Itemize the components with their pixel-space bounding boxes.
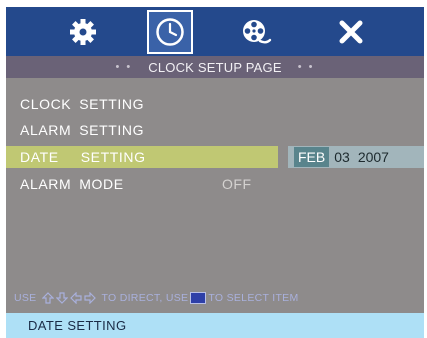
menu-item-label-word: MODE: [79, 176, 124, 192]
film-reel-icon: [243, 20, 272, 44]
menu-item-label-word: ALARM: [20, 176, 72, 192]
clock-icon: [156, 18, 184, 46]
date-year[interactable]: 2007: [358, 146, 389, 168]
menu-item-label-word: CLOCK: [20, 96, 72, 112]
arrow-right-icon: [83, 292, 96, 304]
hint-use-label: USE: [14, 292, 37, 304]
page-title: CLOCK SETUP PAGE: [148, 59, 282, 75]
menu-item-label-word: SETTING: [79, 122, 145, 138]
date-month[interactable]: FEB: [294, 147, 330, 167]
menu-item-label-word: SETTING: [80, 149, 146, 165]
hint-direct-label: TO DIRECT, USE: [101, 292, 189, 304]
tab-settings[interactable]: [60, 10, 106, 54]
title-right-dots: • •: [297, 61, 315, 73]
menu-item-clock-setting[interactable]: CLOCK SETTING: [6, 93, 278, 115]
status-bar: DATE SETTING: [6, 313, 424, 338]
menu-item-label-word: SETTING: [79, 96, 145, 112]
osd-screen: • • CLOCK SETUP PAGE • • CLOCK SETTING AL…: [6, 7, 424, 338]
hint-select-label: TO SELECT ITEM: [208, 292, 299, 304]
enter-key-icon: [190, 292, 207, 304]
date-field[interactable]: FEB 03 2007: [288, 146, 424, 168]
tab-clock[interactable]: [147, 10, 193, 54]
tab-media[interactable]: [233, 10, 279, 54]
menu-item-label-word: ALARM: [20, 122, 72, 138]
navigation-hint: USE TO DIRECT, USE TO SELECT ITEM: [14, 290, 424, 306]
alarm-mode-value: OFF: [222, 176, 252, 192]
arrow-up-icon: [41, 292, 54, 304]
close-icon: [339, 20, 363, 44]
tab-exit[interactable]: [328, 10, 374, 54]
gear-icon: [70, 19, 96, 45]
title-left-dots: • •: [115, 61, 133, 73]
arrow-left-icon: [69, 292, 82, 304]
icon-menu-bar: [6, 7, 424, 56]
menu-item-alarm-setting[interactable]: ALARM SETTING: [6, 119, 278, 141]
page-title-bar: • • CLOCK SETUP PAGE • •: [6, 56, 424, 78]
menu-item-date-setting[interactable]: DATE SETTING: [6, 146, 278, 168]
menu-item-label-word: DATE: [20, 149, 59, 165]
arrow-down-icon: [55, 292, 68, 304]
date-day[interactable]: 03: [334, 146, 350, 168]
